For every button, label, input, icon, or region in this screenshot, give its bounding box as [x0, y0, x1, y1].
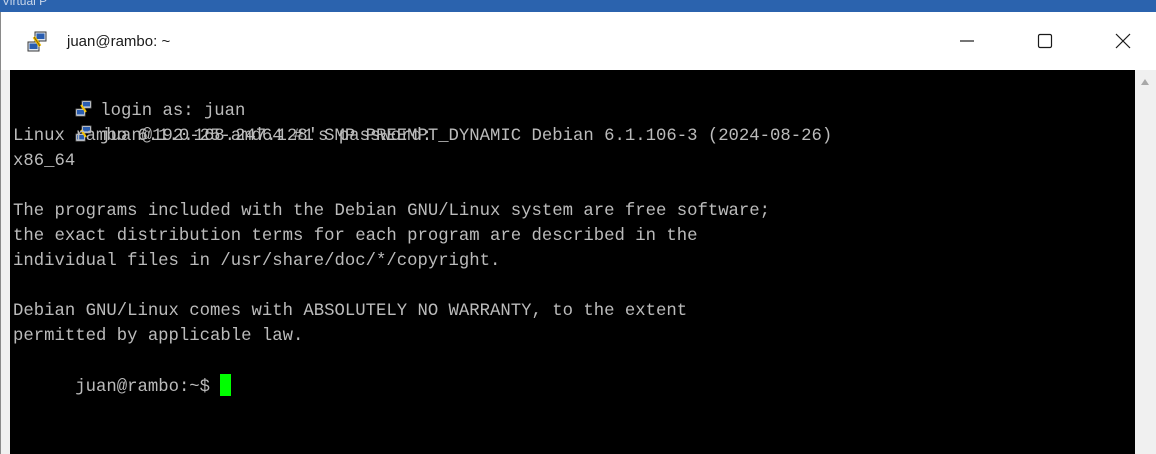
minimize-icon	[960, 40, 974, 42]
putty-window: juan@rambo: ~ login as: juan juan@192.16…	[0, 12, 1156, 454]
putty-icon[interactable]	[26, 31, 48, 53]
desktop-background: Virtual P	[0, 0, 1156, 12]
close-icon	[1115, 33, 1131, 49]
terminal-line: x86_64	[13, 152, 76, 171]
terminal-line: Linux rambo 6.1.0-25-amd64 #1 SMP PREEMP…	[13, 127, 833, 146]
minimize-button[interactable]	[943, 12, 991, 70]
scrollbar[interactable]	[1135, 70, 1156, 454]
shell-prompt: juan@rambo:~$	[75, 378, 221, 397]
terminal-line: login as: juan	[13, 74, 245, 121]
background-window-text: Virtual P	[2, 0, 48, 8]
maximize-button[interactable]	[1021, 12, 1069, 70]
terminal-cursor	[220, 374, 232, 396]
terminal-line: permitted by applicable law.	[13, 327, 304, 346]
maximize-icon	[1037, 33, 1053, 49]
scroll-up-icon[interactable]	[1141, 79, 1149, 85]
terminal-line: The programs included with the Debian GN…	[13, 202, 771, 221]
terminal-area[interactable]: login as: juan juan@192.168.247.128's pa…	[10, 70, 1135, 454]
prompt-line: juan@rambo:~$	[13, 349, 232, 397]
terminal-line: the exact distribution terms for each pr…	[13, 227, 698, 246]
terminal-line: juan@192.168.247.128's password:	[13, 99, 432, 146]
close-button[interactable]	[1099, 12, 1147, 70]
terminal-line: Debian GNU/Linux comes with ABSOLUTELY N…	[13, 302, 688, 321]
terminal-border	[1, 70, 10, 454]
terminal-line: individual files in /usr/share/doc/*/cop…	[13, 252, 501, 271]
window-title: juan@rambo: ~	[67, 33, 171, 50]
title-bar[interactable]: juan@rambo: ~	[1, 12, 1156, 70]
